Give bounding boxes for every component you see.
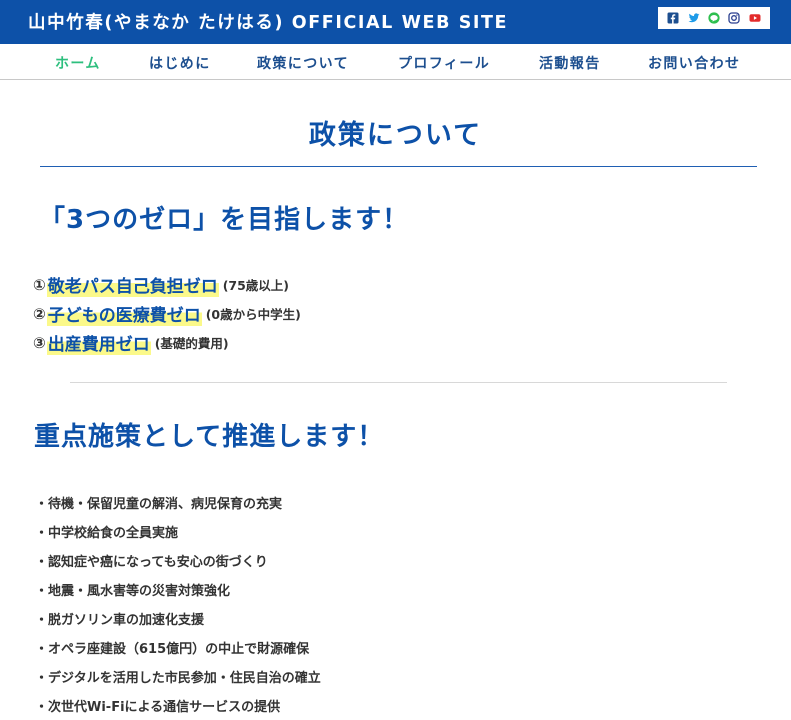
- zero-goals-list: ① 敬老パス自己負担ゼロ (75歳以上) ② 子どもの医療費ゼロ (0歳から中学…: [33, 270, 301, 357]
- zero-goal-item: ① 敬老パス自己負担ゼロ (75歳以上): [33, 270, 301, 299]
- zero-goal-title: 出産費用ゼロ: [46, 330, 151, 355]
- zero-goal-item: ② 子どもの医療費ゼロ (0歳から中学生): [33, 299, 301, 328]
- nav-item-profile[interactable]: プロフィール: [398, 53, 490, 73]
- list-item: ・待機・保留児童の解消、病児保育の充実: [35, 497, 283, 512]
- youtube-icon[interactable]: [749, 12, 761, 24]
- zero-goal-note: (基礎的費用): [154, 336, 229, 351]
- nav-item-contact[interactable]: お問い合わせ: [648, 53, 740, 73]
- priority-policies-heading: 重点施策として推進します！: [34, 422, 385, 452]
- main-nav: ホーム はじめに 政策について プロフィール 活動報告 お問い合わせ: [0, 44, 791, 80]
- list-item: ・地震・風水害等の災害対策強化: [35, 584, 231, 599]
- list-item: ・中学校給食の全員実施: [35, 526, 179, 541]
- facebook-icon[interactable]: [667, 12, 679, 24]
- twitter-icon[interactable]: [688, 12, 700, 24]
- zero-goal-number: ①: [33, 275, 46, 294]
- section-divider: [70, 382, 727, 383]
- site-title[interactable]: 山中竹春(やまなか たけはる) OFFICIAL WEB SITE: [28, 9, 508, 34]
- zero-goal-number: ③: [33, 333, 46, 352]
- nav-item-introduction[interactable]: はじめに: [149, 53, 211, 73]
- list-item: ・次世代Wi-Fiによる通信サービスの提供: [35, 700, 281, 715]
- list-item: ・認知症や癌になっても安心の街づくり: [35, 555, 268, 570]
- zero-goal-title: 敬老パス自己負担ゼロ: [46, 272, 219, 297]
- zero-goal-note: (0歳から中学生): [205, 307, 301, 322]
- instagram-icon[interactable]: [728, 12, 741, 24]
- list-item: ・オペラ座建設（615億円）の中止で財源確保: [35, 642, 310, 657]
- priority-policies-list: ・待機・保留児童の解消、病児保育の充実 ・中学校給食の全員実施 ・認知症や癌にな…: [35, 488, 321, 720]
- site-header: 山中竹春(やまなか たけはる) OFFICIAL WEB SITE: [0, 0, 791, 44]
- zero-goal-note: (75歳以上): [222, 278, 290, 293]
- zero-goal-number: ②: [33, 304, 46, 323]
- title-divider: [40, 166, 757, 167]
- page-title: 政策について: [308, 120, 483, 151]
- nav-item-activity-report[interactable]: 活動報告: [539, 53, 601, 73]
- list-item: ・デジタルを活用した市民参加・住民自治の確立: [35, 671, 321, 686]
- zero-goals-heading: 「3つのゼロ」を目指します！: [39, 205, 410, 235]
- zero-goal-title: 子どもの医療費ゼロ: [46, 301, 202, 326]
- list-item: ・脱ガソリン車の加速化支援: [35, 613, 205, 628]
- social-links: [658, 7, 770, 29]
- nav-item-policy[interactable]: 政策について: [257, 53, 349, 73]
- line-icon[interactable]: [708, 12, 720, 24]
- nav-item-home[interactable]: ホーム: [55, 53, 101, 73]
- zero-goal-item: ③ 出産費用ゼロ (基礎的費用): [33, 328, 301, 357]
